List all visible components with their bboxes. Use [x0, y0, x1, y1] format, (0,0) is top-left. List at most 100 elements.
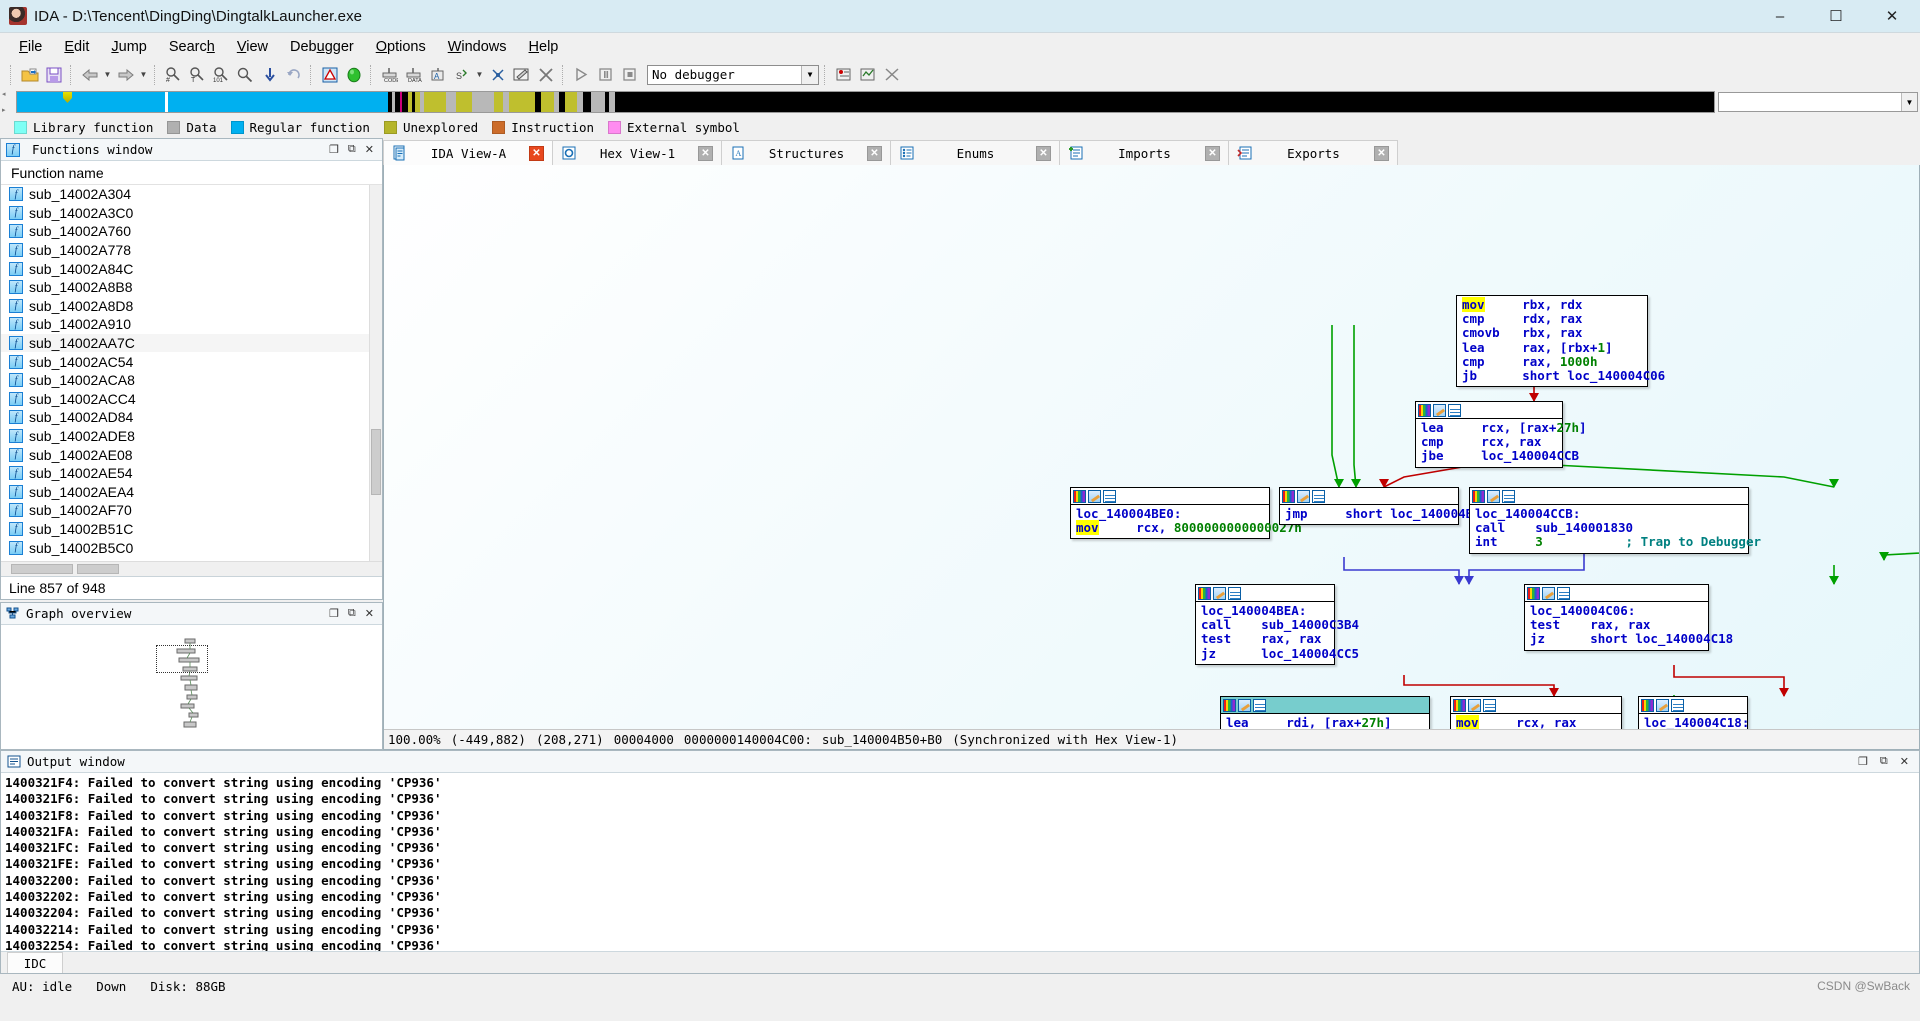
make-struct-icon[interactable]: S — [450, 64, 473, 86]
graph-basic-block[interactable]: loc_140004BEA: call sub_14000C3B4 test r… — [1195, 584, 1359, 665]
function-list-item[interactable]: f sub_14002AF70 — [1, 501, 382, 520]
output-log[interactable]: 1400321F4: Failed to convert string usin… — [1, 773, 1919, 951]
block-titlebar[interactable] — [1525, 585, 1708, 602]
make-code-icon[interactable]: CODE — [378, 64, 401, 86]
grid-layout-icon[interactable] — [1502, 489, 1515, 503]
graph-overview-viewport-selection[interactable] — [156, 645, 208, 674]
tracing-icon[interactable] — [856, 64, 879, 86]
jump-down-icon[interactable] — [258, 64, 281, 86]
function-list-item[interactable]: f sub_14002AC54 — [1, 352, 382, 371]
functions-vertical-scrollbar[interactable] — [369, 185, 382, 562]
function-list-item[interactable]: f sub_14002A778 — [1, 241, 382, 260]
edit-pencil-icon[interactable] — [1656, 698, 1669, 712]
search-numeric-icon[interactable]: # — [162, 64, 185, 86]
block-titlebar[interactable] — [1071, 488, 1269, 505]
palette-icon[interactable] — [1641, 698, 1654, 712]
function-list-item[interactable]: f sub_14002AA7C — [1, 333, 382, 353]
edit-pencil-icon[interactable] — [1213, 586, 1226, 600]
function-list-item[interactable]: f sub_14002ACA8 — [1, 371, 382, 390]
restore-icon[interactable]: ❐ — [329, 607, 339, 620]
debug-run-icon[interactable] — [570, 64, 593, 86]
edit-pencil-icon[interactable] — [1433, 403, 1446, 417]
scrollbar-thumb[interactable] — [11, 564, 73, 575]
graph-basic-block[interactable]: loc_140004CCB: call sub_140001830 int 3 … — [1469, 487, 1761, 554]
function-list-item[interactable]: f sub_14002A8B8 — [1, 278, 382, 297]
edit-pencil-icon[interactable] — [1297, 489, 1310, 503]
undo-icon[interactable] — [282, 64, 305, 86]
function-list-item[interactable]: f sub_14002ACC4 — [1, 390, 382, 409]
graph-basic-block[interactable]: mov rbx, rdx cmp rdx, rax cmovb rbx, rax… — [1456, 295, 1665, 388]
close-icon[interactable]: ✕ — [1374, 145, 1389, 161]
grid-layout-icon[interactable] — [1448, 403, 1461, 417]
function-list-item[interactable]: f sub_14002A910 — [1, 315, 382, 334]
graph-basic-block[interactable]: loc_140004BE0: mov rcx, 8000000000000027… — [1070, 487, 1302, 540]
grid-layout-icon[interactable] — [1228, 586, 1241, 600]
close-icon[interactable]: ✕ — [1900, 755, 1909, 768]
grid-layout-icon[interactable] — [1103, 489, 1116, 503]
graph-basic-block[interactable]: loc_140004C06: test rax, rax jz short lo… — [1524, 584, 1733, 651]
menu-item-file[interactable]: FFileile — [8, 36, 53, 58]
edit-function-icon[interactable] — [510, 64, 533, 86]
close-icon[interactable]: ✕ — [1205, 145, 1220, 161]
edit-pencil-icon[interactable] — [1088, 489, 1101, 503]
float-icon[interactable]: ⧉ — [1880, 755, 1888, 768]
graph-overview-canvas[interactable] — [1, 625, 382, 749]
close-button[interactable]: ✕ — [1864, 0, 1920, 33]
edit-pencil-icon[interactable] — [1238, 698, 1251, 712]
breakpoint-list-icon[interactable] — [832, 64, 855, 86]
block-titlebar[interactable] — [1196, 585, 1334, 602]
chevron-down-icon[interactable]: ▼ — [1901, 93, 1917, 111]
edit-pencil-icon[interactable] — [1542, 586, 1555, 600]
edit-pencil-icon[interactable] — [1468, 698, 1481, 712]
tab-structures[interactable]: A Structures ✕ — [721, 140, 891, 165]
restore-icon[interactable]: ❐ — [329, 143, 339, 156]
graph-basic-block[interactable]: lea rcx, [rax+27h] cmp rcx, rax jbe loc_… — [1415, 401, 1587, 468]
minimize-button[interactable]: – — [1752, 0, 1808, 33]
tab-enums[interactable]: Enums ✕ — [890, 140, 1060, 165]
navigator-band[interactable] — [16, 91, 1715, 113]
menu-item-jump[interactable]: Jump — [100, 36, 157, 58]
tab-ida-view-a[interactable]: IDA View-A ✕ — [383, 140, 553, 165]
functions-list[interactable]: f sub_14002A304 f sub_14002A3C0 f sub_14002A7… — [1, 185, 382, 562]
menu-item-help[interactable]: Help — [518, 36, 570, 58]
menu-item-view[interactable]: View — [226, 36, 279, 58]
block-titlebar[interactable] — [1416, 402, 1562, 419]
function-list-item[interactable]: f sub_14002AE08 — [1, 445, 382, 464]
block-titlebar[interactable] — [1470, 488, 1748, 505]
ida-graph-icon[interactable] — [318, 64, 341, 86]
tab-exports[interactable]: Exports ✕ — [1228, 140, 1398, 165]
functions-horizontal-scrollbar[interactable] — [1, 561, 382, 577]
graph-basic-block[interactable]: jmp short loc_140004BEA — [1279, 487, 1488, 526]
unexplore-icon[interactable] — [486, 64, 509, 86]
make-ascii-icon[interactable]: A — [426, 64, 449, 86]
close-icon[interactable]: ✕ — [867, 145, 882, 161]
function-list-item[interactable]: f sub_14002B5C0 — [1, 538, 382, 557]
watch-icon[interactable] — [880, 64, 903, 86]
function-list-item[interactable]: f sub_14002AE54 — [1, 464, 382, 483]
function-list-item[interactable]: f sub_14002AD84 — [1, 408, 382, 427]
navigator-jump-combo[interactable]: ▼ — [1718, 92, 1918, 112]
float-icon[interactable]: ⧉ — [348, 143, 356, 156]
search-text-icon[interactable]: T — [186, 64, 209, 86]
function-list-item[interactable]: f sub_14002A84C — [1, 259, 382, 278]
menu-item-edit[interactable]: Edit — [53, 36, 100, 58]
close-icon[interactable]: ✕ — [1036, 145, 1051, 161]
search-again-icon[interactable] — [234, 64, 257, 86]
forward-arrow-icon[interactable] — [114, 64, 137, 86]
palette-icon[interactable] — [1527, 586, 1540, 600]
menu-item-windows[interactable]: Windows — [437, 36, 518, 58]
search-binary-icon[interactable]: 101 — [210, 64, 233, 86]
open-file-icon[interactable] — [18, 64, 41, 86]
restore-icon[interactable]: ❐ — [1858, 755, 1868, 768]
tab-hex-view-1[interactable]: Hex View-1 ✕ — [552, 140, 722, 165]
grid-layout-icon[interactable] — [1312, 489, 1325, 503]
function-list-item[interactable]: f sub_14002A3C0 — [1, 204, 382, 223]
menu-item-debugger[interactable]: Debugger — [279, 36, 365, 58]
tab-idc[interactable]: IDC — [7, 952, 63, 973]
save-file-icon[interactable] — [42, 64, 65, 86]
palette-icon[interactable] — [1282, 489, 1295, 503]
scrollbar-thumb[interactable] — [371, 429, 381, 495]
disassembly-graph-view[interactable]: mov rbx, rdx cmp rdx, rax cmovb rbx, rax… — [383, 165, 1920, 750]
grid-layout-icon[interactable] — [1253, 698, 1266, 712]
grid-layout-icon[interactable] — [1483, 698, 1496, 712]
